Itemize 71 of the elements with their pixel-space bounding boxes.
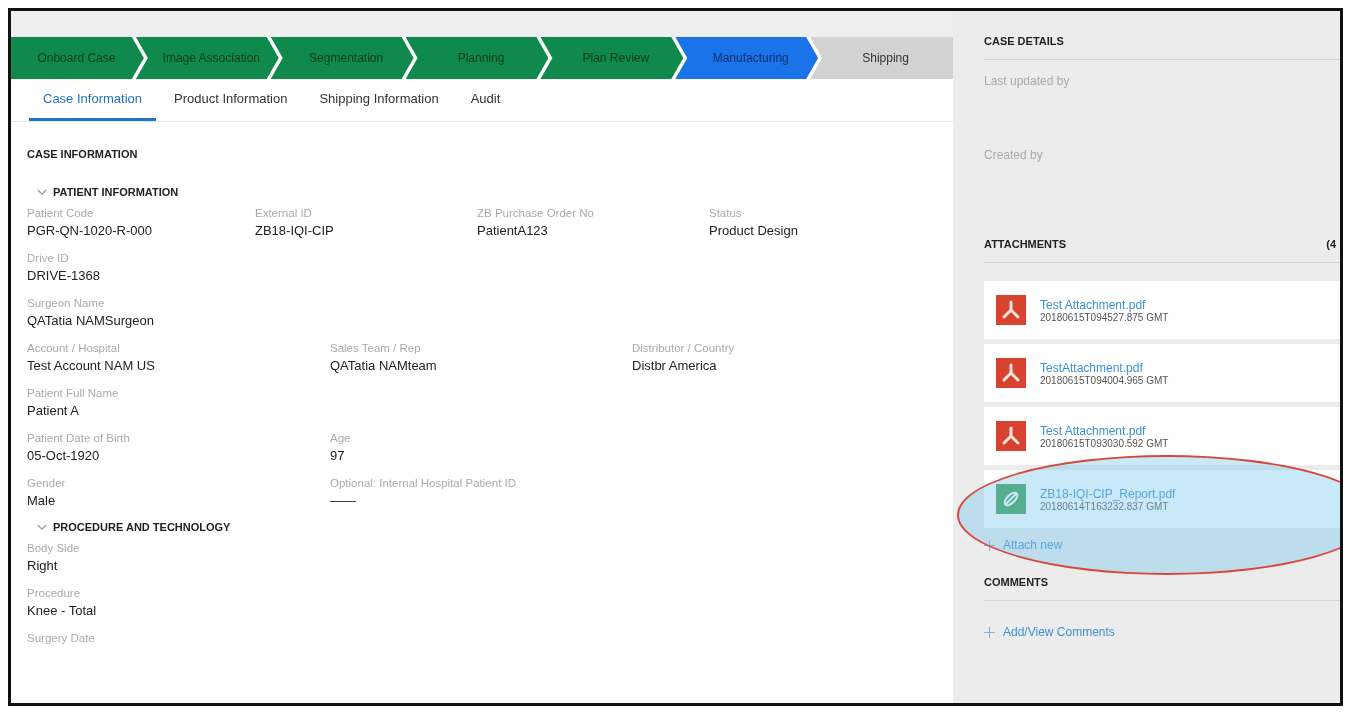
pdf-file-icon[interactable]	[996, 358, 1026, 388]
pdf-file-icon[interactable]	[996, 421, 1026, 451]
field-value: ZB18-IQI-CIP	[255, 222, 335, 240]
field-label: Sales Team / Rep	[330, 341, 422, 356]
panel-heading: ATTACHMENTS	[984, 238, 1067, 250]
field-value: Right	[27, 557, 59, 575]
field-label: Procedure	[27, 586, 82, 601]
add-view-comments-link[interactable]: Add/View Comments	[1003, 625, 1115, 639]
field-label: Surgeon Name	[27, 296, 106, 311]
tab[interactable]: Product Information	[160, 79, 302, 121]
subsection-heading: PROCEDURE AND TECHNOLOGY	[53, 521, 231, 533]
plus-icon[interactable]	[984, 626, 995, 638]
field-value: Male	[27, 492, 57, 510]
detail-label: Last updated by	[984, 74, 1071, 90]
attachment-link[interactable]: TestAttachment.pdf	[1040, 360, 1169, 375]
field-value: PatientA123	[477, 222, 549, 240]
panel-heading: CASE DETAILS	[984, 35, 1065, 47]
field-value: ——	[330, 492, 357, 510]
field-label: Distributor / Country	[632, 341, 736, 356]
field-value: Product Design	[709, 222, 799, 240]
attach-new-link[interactable]: Attach new	[1003, 538, 1063, 552]
workflow-stage[interactable]: Segmentation	[270, 37, 414, 79]
detail-label: Created by	[984, 148, 1044, 164]
pdf-file-icon[interactable]	[996, 295, 1026, 325]
attachment-timestamp: 20180615T094004.965 GMT	[1040, 374, 1169, 386]
section-heading: CASE INFORMATION	[27, 148, 139, 160]
field-value: Distbr America	[632, 357, 718, 375]
field-value: QATatia NAMSurgeon	[27, 312, 155, 330]
field-label: Patient Code	[27, 206, 95, 221]
field-value: Patient A	[27, 402, 81, 420]
tab[interactable]: Audit	[456, 79, 515, 121]
field-value: 97	[330, 447, 346, 465]
field-label: Surgery Date	[27, 631, 96, 646]
plus-icon[interactable]	[984, 539, 995, 551]
field-label: Drive ID	[27, 251, 70, 266]
panel-heading: COMMENTS	[984, 576, 1050, 588]
field-label: Patient Full Name	[27, 386, 120, 401]
field-label: Optional: Internal Hospital Patient ID	[330, 476, 518, 491]
attachment-count: (4	[1326, 238, 1336, 250]
workflow-stage[interactable]: Manufacturing	[675, 37, 819, 79]
field-label: ZB Purchase Order No	[477, 206, 595, 221]
field-value: Test Account NAM US	[27, 357, 156, 375]
tab[interactable]: Case Information	[29, 79, 156, 121]
chevron-icon[interactable]	[37, 523, 47, 531]
workflow-stage[interactable]: Image Association	[135, 37, 279, 79]
attachment-timestamp: 20180614T163232.837 GMT	[1040, 500, 1169, 512]
field-label: Account / Hospital	[27, 341, 121, 356]
field-label: Patient Date of Birth	[27, 431, 131, 446]
attachment-link[interactable]: Test Attachment.pdf	[1040, 297, 1169, 312]
field-value: PGR-QN-1020-R-000	[27, 222, 153, 240]
field-value: DRIVE-1368	[27, 267, 101, 285]
workflow-stage[interactable]: Onboard Case	[11, 37, 144, 79]
subsection-heading: PATIENT INFORMATION	[53, 186, 179, 198]
field-value: 05-Oct-1920	[27, 447, 101, 465]
attachment-timestamp: 20180615T093030.592 GMT	[1040, 437, 1169, 449]
link-file-icon[interactable]	[996, 484, 1026, 514]
attachment-timestamp: 20180615T094527.875 GMT	[1040, 311, 1169, 323]
field-value: QATatia NAMteam	[330, 357, 438, 375]
attachment-link[interactable]: Test Attachment.pdf	[1040, 423, 1169, 438]
tab[interactable]: Shipping Information	[305, 79, 453, 121]
field-label: External ID	[255, 206, 313, 221]
field-label: Body Side	[27, 541, 81, 556]
chevron-icon[interactable]	[37, 188, 47, 196]
field-label: Status	[709, 206, 743, 221]
field-label: Age	[330, 431, 352, 446]
field-value: Knee - Total	[27, 602, 98, 620]
attachment-link[interactable]: ZB18-IQI-CIP_Report.pdf	[1040, 486, 1176, 501]
field-label: Gender	[27, 476, 67, 491]
workflow-stage[interactable]: Plan Review	[540, 37, 684, 79]
workflow-stage[interactable]: Planning	[405, 37, 549, 79]
workflow-stage[interactable]: Shipping	[810, 37, 953, 79]
